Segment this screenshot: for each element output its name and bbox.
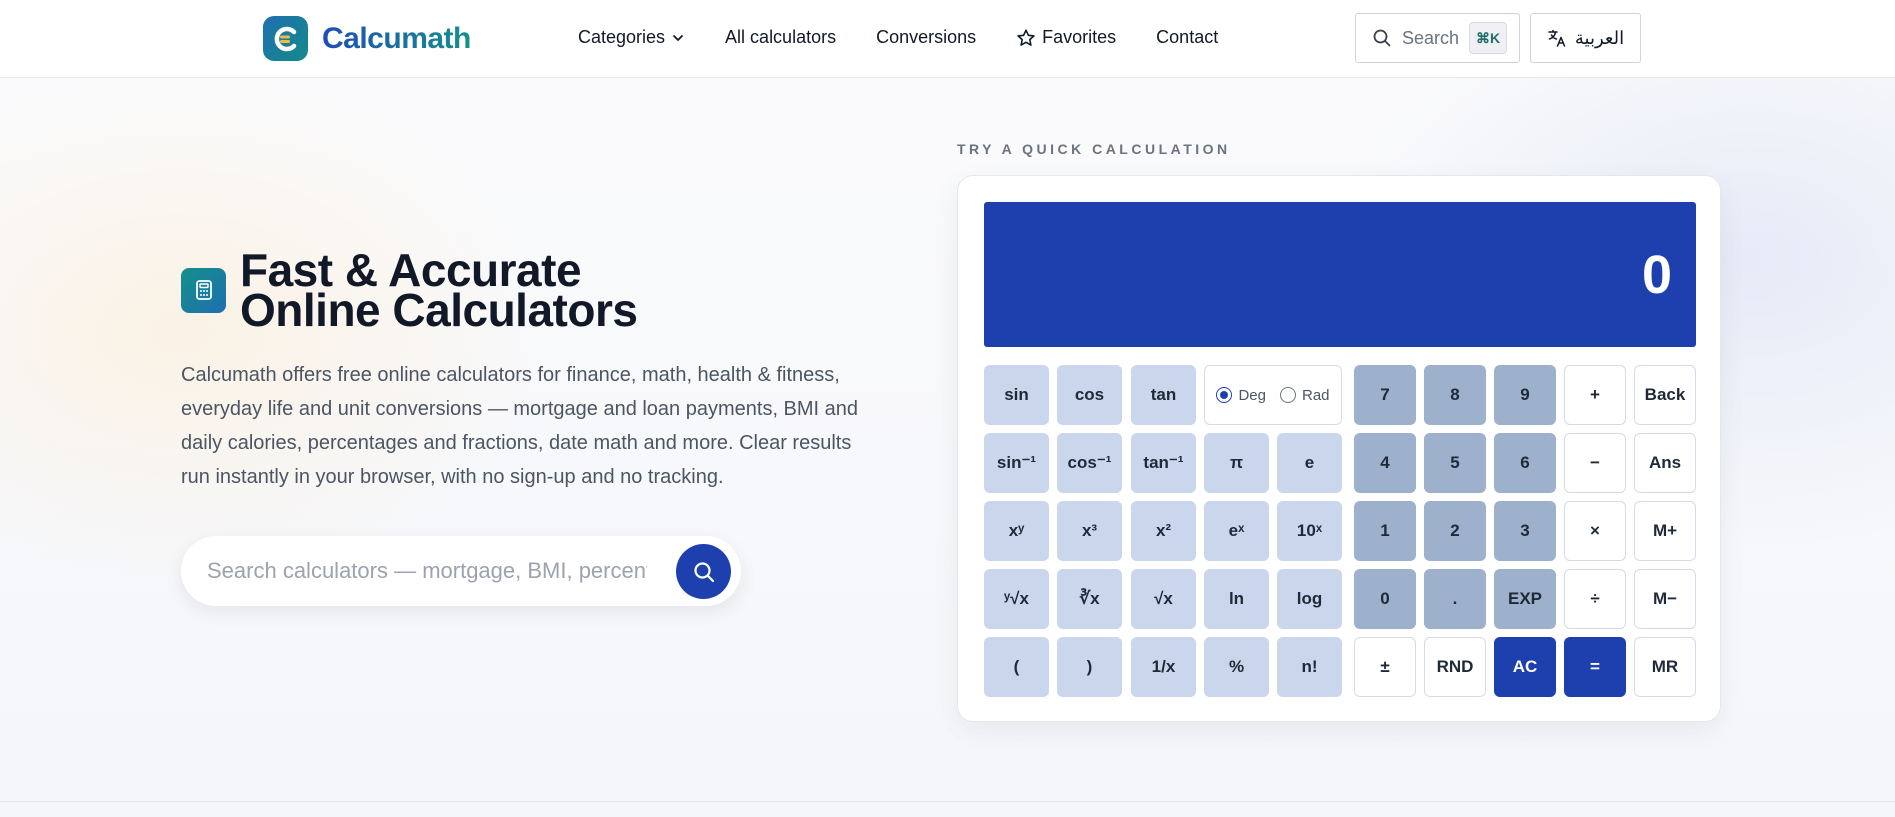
key-4[interactable]: 4 [1354, 433, 1416, 493]
brand-name: Calcumath [322, 21, 471, 55]
radio-deg[interactable] [1216, 387, 1233, 403]
calculator-display: 0 [984, 202, 1696, 347]
angle-mode-rad[interactable]: Rad [1280, 387, 1330, 404]
key-times[interactable]: × [1564, 501, 1626, 561]
key-x-pow-y[interactable]: xʸ [984, 501, 1049, 561]
key-ans[interactable]: Ans [1634, 433, 1696, 493]
key-random[interactable]: RND [1424, 637, 1486, 697]
key-factorial[interactable]: n! [1277, 637, 1342, 697]
section-divider [0, 801, 1895, 802]
key-e-pow-x[interactable]: eˣ [1204, 501, 1269, 561]
search-icon [693, 561, 714, 582]
key-8[interactable]: 8 [1424, 365, 1486, 425]
key-square-root[interactable]: √x [1131, 569, 1196, 629]
key-plus[interactable]: + [1564, 365, 1626, 425]
key-ten-pow-x[interactable]: 10ˣ [1277, 501, 1342, 561]
scientific-calculator: 0 sin cos tan Deg Rad 7 8 9 + Back sin⁻¹… [957, 175, 1721, 722]
language-label: العربية [1574, 27, 1625, 48]
site-header: Calcumath Categories All calculators Con… [0, 0, 1895, 78]
hero-section: Fast & Accurate Online Calculators Calcu… [181, 247, 881, 606]
language-switcher[interactable]: العربية [1530, 13, 1641, 63]
key-tan[interactable]: tan [1131, 365, 1196, 425]
key-divide[interactable]: ÷ [1564, 569, 1626, 629]
key-3[interactable]: 3 [1494, 501, 1556, 561]
nav-all-calculators-label: All calculators [725, 27, 837, 47]
hero-search-bar [181, 536, 741, 606]
key-back[interactable]: Back [1634, 365, 1696, 425]
key-x-squared[interactable]: x² [1131, 501, 1196, 561]
key-memory-plus[interactable]: M+ [1634, 501, 1696, 561]
key-exp[interactable]: EXP [1494, 569, 1556, 629]
key-equals[interactable]: = [1564, 637, 1626, 697]
hero-title-row: Fast & Accurate Online Calculators [181, 247, 881, 333]
chevron-down-icon [673, 34, 683, 41]
key-cos[interactable]: cos [1057, 365, 1122, 425]
key-pi[interactable]: π [1204, 433, 1269, 493]
key-memory-recall[interactable]: MR [1634, 637, 1696, 697]
nav-categories-label: Categories [578, 27, 666, 47]
search-icon [1373, 29, 1391, 47]
key-2[interactable]: 2 [1424, 501, 1486, 561]
header-search-button[interactable]: Search ⌘K [1355, 13, 1520, 63]
page-title: Fast & Accurate Online Calculators [240, 247, 638, 333]
header-search-label: Search [1402, 27, 1460, 48]
key-1[interactable]: 1 [1354, 501, 1416, 561]
key-5[interactable]: 5 [1424, 433, 1486, 493]
key-plus-minus[interactable]: ± [1354, 637, 1416, 697]
hero-search-submit-button[interactable] [676, 544, 731, 599]
key-left-paren[interactable]: ( [984, 637, 1049, 697]
display-value: 0 [1641, 244, 1672, 305]
page-title-line-2: Online Calculators [240, 284, 638, 336]
key-7[interactable]: 7 [1354, 365, 1416, 425]
nav-contact[interactable]: Contact [1156, 27, 1218, 48]
key-minus[interactable]: − [1564, 433, 1626, 493]
key-x-cubed[interactable]: x³ [1057, 501, 1122, 561]
nav-categories[interactable]: Categories [578, 27, 685, 48]
nav-all-calculators[interactable]: All calculators [725, 27, 836, 48]
key-all-clear[interactable]: AC [1494, 637, 1556, 697]
nav-conversions-label: Conversions [876, 27, 977, 47]
calcumath-logo-icon [263, 16, 308, 61]
nav-favorites[interactable]: Favorites [1016, 27, 1116, 48]
key-9[interactable]: 9 [1494, 365, 1556, 425]
star-icon [1017, 28, 1035, 46]
key-y-root[interactable]: ʸ√x [984, 569, 1049, 629]
hero-search-input[interactable] [207, 558, 647, 584]
key-ln[interactable]: ln [1204, 569, 1269, 629]
nav-contact-label: Contact [1156, 27, 1219, 47]
radio-rad[interactable] [1280, 387, 1296, 403]
search-shortcut-badge: ⌘K [1469, 22, 1507, 54]
calculator-icon [181, 267, 226, 313]
key-0[interactable]: 0 [1354, 569, 1416, 629]
angle-mode-deg-label: Deg [1238, 386, 1266, 404]
angle-mode-deg[interactable]: Deg [1216, 387, 1266, 404]
key-e[interactable]: e [1277, 433, 1342, 493]
key-cube-root[interactable]: ∛x [1057, 569, 1122, 629]
key-reciprocal[interactable]: 1/x [1131, 637, 1196, 697]
key-asin[interactable]: sin⁻¹ [984, 433, 1049, 493]
key-acos[interactable]: cos⁻¹ [1057, 433, 1122, 493]
nav-conversions[interactable]: Conversions [876, 27, 976, 48]
key-memory-minus[interactable]: M− [1634, 569, 1696, 629]
angle-mode-rad-label: Rad [1302, 386, 1330, 404]
key-percent[interactable]: % [1204, 637, 1269, 697]
hero-description: Calcumath offers free online calculators… [181, 364, 859, 488]
key-right-paren[interactable]: ) [1057, 637, 1122, 697]
calculator-label: TRY A QUICK CALCULATION [957, 141, 1231, 157]
key-sin[interactable]: sin [984, 365, 1049, 425]
brand-logo[interactable]: Calcumath [263, 16, 471, 61]
nav-favorites-label: Favorites [1042, 27, 1117, 47]
key-6[interactable]: 6 [1494, 433, 1556, 493]
key-log[interactable]: log [1277, 569, 1342, 629]
angle-mode-toggle: Deg Rad [1204, 365, 1342, 425]
translate-icon [1548, 29, 1566, 47]
key-atan[interactable]: tan⁻¹ [1131, 433, 1196, 493]
main-nav: Categories All calculators Conversions F… [578, 27, 1258, 48]
key-decimal[interactable]: . [1424, 569, 1486, 629]
